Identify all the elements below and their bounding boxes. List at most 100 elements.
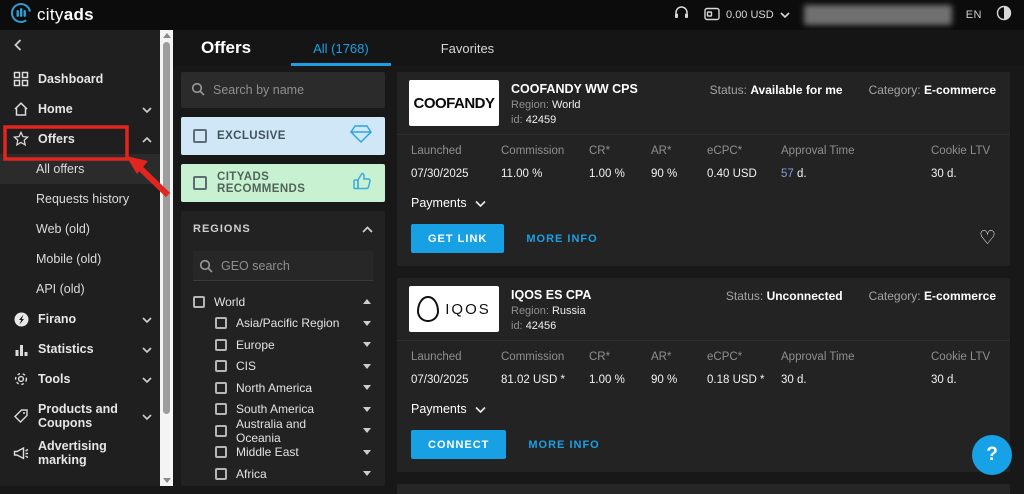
sidebar-item-advertising-marking[interactable]: Advertising marking — [0, 438, 160, 468]
balance-amount: 0.00 USD — [726, 9, 774, 21]
region-checkbox[interactable] — [193, 296, 205, 308]
chevron-down-icon — [475, 402, 486, 416]
sidebar-item-tools[interactable]: Tools — [0, 364, 160, 394]
sidebar-item-statistics[interactable]: Statistics — [0, 334, 160, 364]
offers-header-band: Offers All (1768) Favorites — [173, 30, 1024, 66]
expand-arrow-icon[interactable] — [363, 407, 371, 412]
dashboard-icon — [12, 70, 30, 88]
sidebar-item-offers[interactable]: Offers — [0, 124, 160, 154]
offer-category: Category: E-commerce — [869, 83, 996, 126]
sidebar-item-products-coupons[interactable]: Products and Coupons — [0, 394, 160, 438]
sidebar-item-all-offers[interactable]: All offers — [0, 154, 160, 184]
sidebar-item-firano[interactable]: Firano — [0, 304, 160, 334]
offer-card-coofandy: COOFANDY COOFANDY WW CPS Region: World i… — [397, 72, 1010, 266]
recommends-checkbox[interactable] — [193, 176, 207, 190]
region-checkbox[interactable] — [215, 425, 227, 437]
chevron-up-icon — [142, 130, 152, 148]
offer-status: Status: Available for me — [710, 83, 843, 126]
page-title: Offers — [173, 38, 281, 58]
firano-icon — [12, 310, 30, 328]
expand-arrow-icon[interactable] — [363, 342, 371, 347]
region-checkbox[interactable] — [215, 446, 227, 458]
filter-exclusive[interactable]: EXCLUSIVE — [181, 117, 385, 155]
expand-arrow-icon[interactable] — [363, 471, 371, 476]
sidebar-item-api-old[interactable]: API (old) — [0, 274, 160, 304]
top-bar: cityads 0.00 USD EN — [0, 0, 1024, 30]
scrollbar-thumb[interactable] — [163, 42, 170, 414]
sidebar-item-dashboard[interactable]: Dashboard — [0, 64, 160, 94]
main-area: Offers All (1768) Favorites EXCLUSIVE — [173, 30, 1024, 486]
star-icon — [12, 130, 30, 148]
theme-contrast-icon[interactable] — [996, 5, 1012, 26]
expand-arrow-icon[interactable] — [363, 428, 371, 433]
search-input[interactable] — [181, 72, 385, 108]
connect-button[interactable]: CONNECT — [411, 430, 506, 459]
favorite-heart-icon[interactable]: ♡ — [979, 229, 996, 248]
regions-header[interactable]: REGIONS — [193, 211, 373, 247]
region-australia-oceania[interactable]: Australia and Oceania — [193, 420, 373, 442]
offer-category: Category: E-commerce — [869, 289, 996, 332]
expand-arrow-icon[interactable] — [363, 450, 371, 455]
language-selector[interactable]: EN — [966, 9, 982, 21]
scroll-down-arrow-icon[interactable] — [163, 478, 171, 483]
offer-stats: Launched07/30/2025 Commission81.02 USD *… — [397, 341, 1010, 390]
region-checkbox[interactable] — [215, 339, 227, 351]
collapse-arrow-icon[interactable] — [363, 299, 371, 304]
balance-dropdown[interactable]: 0.00 USD — [704, 7, 790, 24]
sidebar-scrollbar[interactable] — [160, 30, 173, 486]
chevron-down-icon — [142, 370, 152, 388]
offers-list: COOFANDY COOFANDY WW CPS Region: World i… — [397, 72, 1010, 486]
offer-stats: Launched07/30/2025 Commission11.00 % CR*… — [397, 135, 1010, 184]
sidebar-item-home[interactable]: Home — [0, 94, 160, 124]
chevron-up-icon — [362, 220, 373, 238]
geo-search-box — [193, 251, 373, 281]
region-checkbox[interactable] — [215, 360, 227, 372]
expand-arrow-icon[interactable] — [363, 385, 371, 390]
region-world[interactable]: World — [193, 291, 373, 313]
expand-arrow-icon[interactable] — [363, 321, 371, 326]
get-link-button[interactable]: GET LINK — [411, 224, 504, 253]
cityads-logo[interactable]: cityads — [0, 2, 94, 29]
gear-icon — [12, 370, 30, 388]
cityads-logo-text: cityads — [37, 5, 94, 25]
support-headset-icon[interactable] — [673, 4, 690, 26]
collapse-sidebar-icon[interactable] — [14, 38, 22, 56]
help-button[interactable]: ? — [972, 435, 1012, 475]
geo-search-input[interactable] — [193, 251, 373, 280]
expand-arrow-icon[interactable] — [363, 364, 371, 369]
regions-filter-panel: REGIONS World — [181, 211, 385, 486]
exclusive-checkbox[interactable] — [193, 129, 207, 143]
offer-logo[interactable]: IQOS — [409, 286, 499, 332]
diamond-icon — [349, 124, 373, 149]
region-cis[interactable]: CIS — [193, 356, 373, 378]
sidebar-item-requests-history[interactable]: Requests history — [0, 184, 160, 214]
region-asia-pacific[interactable]: Asia/Pacific Region — [193, 313, 373, 335]
region-north-america[interactable]: North America — [193, 377, 373, 399]
region-europe[interactable]: Europe — [193, 334, 373, 356]
chevron-down-icon — [142, 310, 152, 328]
scroll-up-arrow-icon[interactable] — [163, 33, 171, 38]
account-info-blurred[interactable] — [804, 5, 952, 25]
tab-favorites[interactable]: Favorites — [419, 30, 516, 66]
region-checkbox[interactable] — [215, 468, 227, 480]
sidebar: Dashboard Home Offers All offers Request… — [0, 30, 160, 486]
filters-panel: EXCLUSIVE CITYADS RECOMMENDS — [181, 72, 385, 486]
offer-logo[interactable]: COOFANDY — [409, 80, 499, 126]
offer-title[interactable]: COOFANDY WW CPS — [511, 82, 638, 96]
sidebar-item-web-old[interactable]: Web (old) — [0, 214, 160, 244]
chevron-down-icon — [475, 196, 486, 210]
search-icon — [199, 259, 213, 278]
region-africa[interactable]: Africa — [193, 463, 373, 485]
offer-title[interactable]: IQOS ES CPA — [511, 288, 591, 302]
region-checkbox[interactable] — [215, 317, 227, 329]
region-checkbox[interactable] — [215, 382, 227, 394]
more-info-link[interactable]: MORE INFO — [526, 233, 597, 245]
sidebar-item-mobile-old[interactable]: Mobile (old) — [0, 244, 160, 274]
payments-toggle[interactable]: Payments — [397, 390, 1010, 418]
region-checkbox[interactable] — [215, 403, 227, 415]
filter-cityads-recommends[interactable]: CITYADS RECOMMENDS — [181, 164, 385, 202]
more-info-link[interactable]: MORE INFO — [528, 439, 599, 451]
payments-toggle[interactable]: Payments — [397, 184, 1010, 212]
chevron-down-icon — [780, 9, 790, 21]
tab-all[interactable]: All (1768) — [291, 30, 391, 66]
